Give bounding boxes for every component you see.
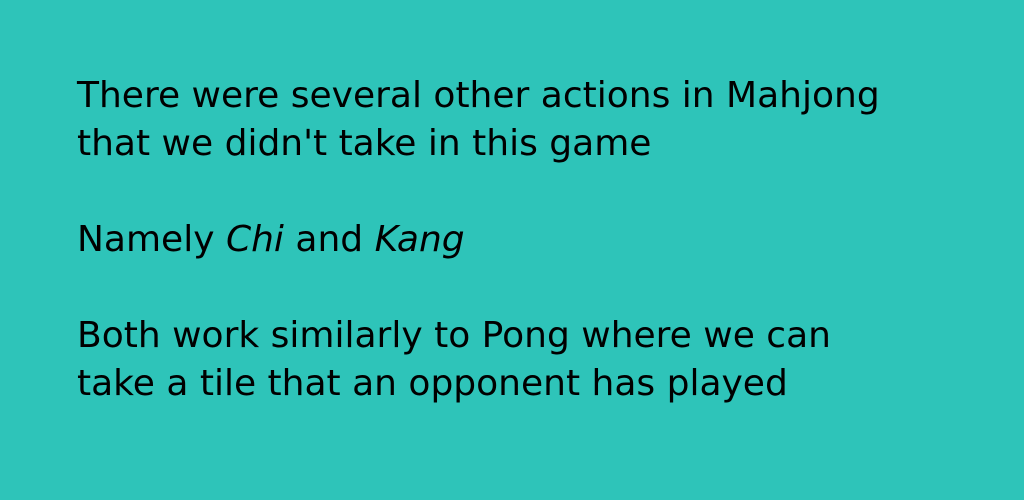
actions-paragraph: Namely Chi and Kang (77, 216, 1007, 264)
intro-paragraph: There were several other actions in Mahj… (77, 72, 1007, 168)
term-chi: Chi (225, 219, 284, 260)
term-kang: Kang (374, 219, 465, 260)
slide-text: There were several other actions in Mahj… (77, 72, 1007, 408)
explanation-line-2: take a tile that an opponent has played (77, 363, 788, 404)
intro-line-1: There were several other actions in Mahj… (77, 75, 880, 116)
actions-prefix: Namely (77, 219, 226, 260)
intro-line-2: that we didn't take in this game (77, 123, 652, 164)
explanation-paragraph: Both work similarly to Pong where we can… (77, 312, 1007, 408)
actions-conjunction: and (283, 219, 375, 260)
explanation-line-1: Both work similarly to Pong where we can (77, 315, 831, 356)
slide: There were several other actions in Mahj… (0, 0, 1024, 500)
